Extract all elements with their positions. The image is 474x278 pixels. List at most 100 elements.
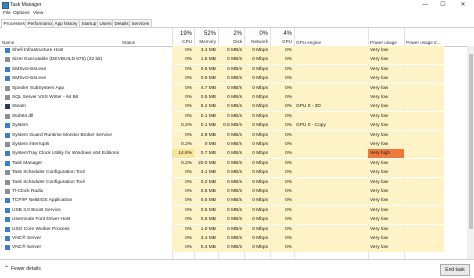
process-row[interactable]: SystemTray Clock Utility for Windows x64… (0, 149, 474, 159)
power-usage-cell: Very low (368, 64, 406, 74)
process-row[interactable]: › Spooler SubSystem App 0% 4.7 MB 0 MB/s 0 Mb… (0, 83, 474, 93)
gpu-cell: 0% (270, 234, 294, 243)
network-cell: 0 Mbps (244, 215, 270, 225)
network-cell: 0 Mbps (244, 234, 270, 243)
header-name[interactable]: Name (0, 28, 120, 46)
network-cell: 0 Mbps (244, 196, 270, 206)
header-cpu[interactable]: 19% CPU (172, 28, 194, 46)
process-icon (5, 104, 10, 110)
header-gpu[interactable]: 4% GPU (270, 28, 294, 46)
header-memory[interactable]: 52% Memory (194, 28, 218, 46)
expand-chevron-icon[interactable]: › (1, 84, 4, 89)
header-status[interactable]: Status (120, 28, 172, 46)
process-row[interactable]: USO Core Worker Process 0% 1.0 MB 0 MB/s 0 M… (0, 224, 474, 234)
power-usage-cell: Very low (368, 121, 406, 131)
close-button[interactable]: ✕ (456, 0, 470, 10)
process-name: USB 3.0 Boost Service (12, 207, 61, 213)
network-cell: 0 Mbps (244, 121, 270, 131)
process-row[interactable]: System interrupts 0.2% 0 MB 0 MB/s 0 Mbps 0% V… (0, 140, 474, 149)
cpu-cell: 0% (172, 55, 194, 65)
process-row[interactable]: › VNC® Server 0% 0.4 MB 0 MB/s 0 Mbps 0% Very l… (0, 243, 474, 253)
process-icon (5, 95, 10, 100)
power-trend-cell (404, 158, 444, 168)
expand-chevron-icon[interactable]: › (1, 234, 4, 239)
header-gpu-engine[interactable]: GPU engine (294, 28, 368, 46)
memory-cell: 0.4 MB (194, 243, 218, 253)
expand-chevron-icon[interactable]: › (1, 243, 4, 248)
gpu-engine-cell (294, 187, 370, 196)
process-icon (5, 217, 10, 223)
network-cell: 0 Mbps (244, 168, 270, 178)
disk-cell: 0 MB/s (218, 196, 244, 206)
cpu-cell: 14.8% (172, 149, 194, 159)
power-trend-cell (404, 93, 444, 102)
process-row[interactable]: Sizer Executable (DEVBUILD 575) (32 bit)… (0, 55, 474, 65)
process-row[interactable]: › SQL Server VSS Writer - 64 Bit 0% 0.5 MB 0… (0, 93, 474, 102)
header-disk[interactable]: 2% Disk (218, 28, 244, 46)
power-trend-cell (404, 46, 444, 55)
process-name: System Guard Runtime Monitor Broker Serv… (12, 132, 112, 138)
process-row[interactable]: › Steam 0% 6.2 MB 0 MB/s 0 Mbps 0% GPU 0 - 3D Ve… (0, 102, 474, 112)
process-row[interactable]: Usermode Font Driver Host 0% 0.6 MB 0 MB/s 0… (0, 215, 474, 225)
expand-chevron-icon[interactable]: › (1, 93, 4, 98)
expand-chevron-icon[interactable]: › (1, 159, 4, 164)
power-usage-cell: Very low (368, 102, 406, 112)
tab-startup[interactable]: Startup (79, 19, 99, 27)
memory-cell: 4.7 MB (194, 83, 218, 93)
gpu-engine-cell (294, 158, 370, 168)
cpu-cell: 0.2% (172, 158, 194, 168)
process-row[interactable]: › VNC® Server 0% 3.4 MB 0 MB/s 0 Mbps 0% Very l… (0, 234, 474, 243)
tab-services[interactable]: Services (129, 19, 152, 27)
gpu-cell: 0% (270, 168, 294, 178)
process-row[interactable]: SMSvcHost.exe 0% 0.6 MB 0 MB/s 0 Mbps 0% Very … (0, 64, 474, 74)
menu-options[interactable]: Options (13, 11, 30, 16)
menu-file[interactable]: File (3, 11, 11, 16)
process-row[interactable]: System 0.2% 0.1 MB 0.6 MB/s 0 Mbps 0% GPU 0 - … (0, 121, 474, 131)
process-row[interactable]: Task Scheduler Configuration Tool 0% 0.2 M… (0, 177, 474, 187)
window-title: Task Manager (10, 2, 42, 8)
process-row[interactable]: Tl-Clock Radio 0% 0.5 MB 0 MB/s 0 Mbps 0% Very… (0, 187, 474, 196)
expand-chevron-icon[interactable]: › (1, 102, 4, 107)
process-row[interactable]: USB 3.0 Boost Service 0% 0.5 MB 0 MB/s 0 Mbp… (0, 205, 474, 215)
scrollbar-thumb[interactable] (468, 54, 473, 229)
process-row[interactable]: System Guard Runtime Monitor Broker Serv… (0, 130, 474, 140)
tab-processes[interactable]: Processes (1, 19, 28, 28)
tab-app-history[interactable]: App history (52, 19, 80, 27)
memory-cell: 1.0 MB (194, 224, 218, 234)
process-row[interactable]: › Task Manager 0.2% 20.0 MB 0 MB/s 0 Mbps 0% Ve… (0, 158, 474, 168)
chevron-up-icon[interactable]: ⌃ (4, 265, 9, 272)
disk-cell: 0 MB/s (218, 215, 244, 225)
process-row[interactable]: SMSvcHost.exe 0% 0.9 MB 0 MB/s 0 Mbps 0% Very … (0, 74, 474, 84)
process-icon (5, 85, 10, 91)
gpu-engine-cell (294, 55, 370, 65)
power-usage-cell: Very high (368, 149, 406, 159)
process-name: VNC® Server (12, 236, 42, 241)
end-task-button[interactable]: End task (440, 264, 470, 276)
fewer-details-link[interactable]: Fewer details (11, 266, 41, 272)
power-trend-cell (404, 121, 444, 131)
gpu-cell: 0% (270, 130, 294, 140)
process-row[interactable]: Shell Infrastructure Host 0% 3.4 MB 0 MB/s 0… (0, 46, 474, 55)
gpu-engine-cell (294, 140, 370, 149)
cpu-cell: 0% (172, 83, 194, 93)
process-row[interactable]: Stub64.dll 0% 0.1 MB 0 MB/s 0 Mbps 0% Very low (0, 111, 474, 121)
memory-cell: 0.1 MB (194, 111, 218, 121)
process-row[interactable]: Task Scheduler Configuration Tool 0% 3.1 M… (0, 168, 474, 178)
gpu-cell: 0% (270, 111, 294, 121)
vertical-scrollbar[interactable] (467, 46, 474, 259)
minimize-button[interactable]: — (418, 0, 432, 10)
memory-cell: 2.8 MB (194, 130, 218, 140)
header-network[interactable]: 0% Network (244, 28, 270, 46)
cpu-cell: 0% (172, 224, 194, 234)
process-name: Usermode Font Driver Host (12, 217, 71, 223)
network-cell: 0 Mbps (244, 55, 270, 65)
process-icon (5, 179, 10, 185)
maximize-button[interactable]: ☐ (436, 0, 450, 10)
process-row[interactable]: › TCP/IP NetBIOS Application 0% 0.5 MB 0 MB/… (0, 196, 474, 206)
menu-view[interactable]: View (33, 11, 43, 16)
power-trend-cell (404, 74, 444, 84)
header-power-usage-trend[interactable]: Power usage tr... (404, 28, 442, 46)
header-power-usage[interactable]: Power usage (368, 28, 404, 46)
expand-chevron-icon[interactable]: › (1, 196, 4, 201)
power-usage-cell: Very low (368, 46, 406, 55)
